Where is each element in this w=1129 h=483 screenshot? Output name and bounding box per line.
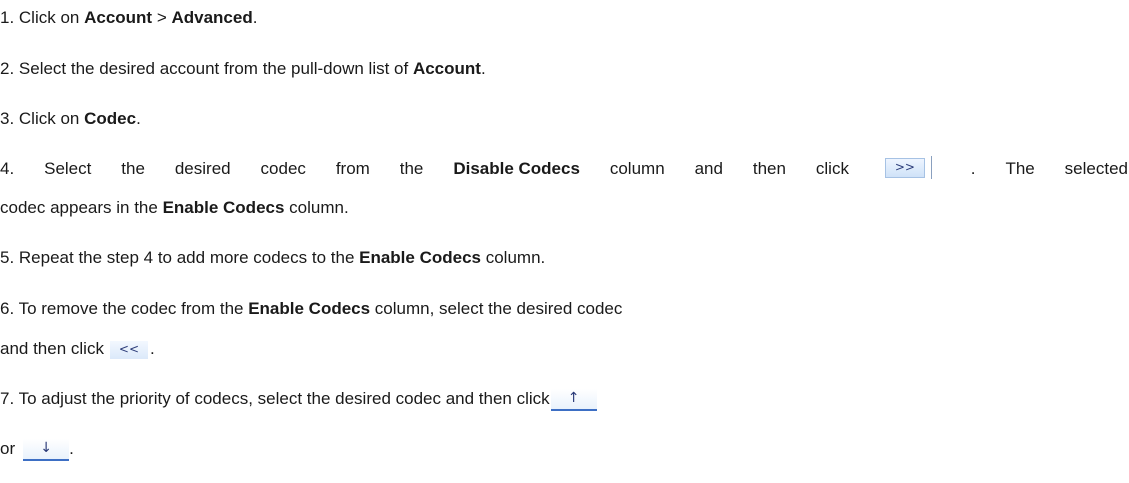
- step-6-suffix: column, select the desired codec: [370, 299, 623, 318]
- step-4-word: click: [815, 159, 849, 178]
- disable-codecs-label: Disable Codecs: [453, 159, 580, 178]
- step-5: 5. Repeat the step 4 to add more codecs …: [0, 246, 545, 270]
- step-6-line-1: 6. To remove the codec from the Enable C…: [0, 297, 622, 321]
- step-6-line-2-suffix: .: [149, 339, 155, 358]
- up-arrow-icon: ↑: [550, 388, 597, 409]
- step-4-line-2-suffix: column.: [284, 198, 349, 217]
- step-4-word: then: [752, 159, 786, 178]
- move-down-button: ↓: [23, 438, 70, 461]
- step-4-line-2: codec appears in the Enable Codecs colum…: [0, 196, 349, 220]
- step-1-separator: >: [152, 8, 172, 27]
- step-7-line-1: 7. To adjust the priority of codecs, sel…: [0, 387, 597, 411]
- step-4-word: .: [970, 159, 976, 178]
- step-4-word: selected: [1064, 159, 1128, 178]
- step-2-suffix: .: [480, 59, 486, 78]
- account-list-label: Account: [412, 59, 481, 78]
- enable-codecs-label: Enable Codecs: [248, 299, 371, 318]
- down-arrow-icon: ↓: [23, 438, 70, 459]
- button-underline: [550, 408, 597, 411]
- move-to-disabled-button: <<: [109, 340, 150, 360]
- step-4-word: desired: [174, 159, 231, 178]
- step-1: 1. Click on Account > Advanced.: [0, 6, 257, 30]
- step-4-word: 4.: [0, 159, 15, 178]
- step-4-word: column: [609, 159, 665, 178]
- enable-codecs-label: Enable Codecs: [359, 248, 481, 267]
- step-1-prefix: 1. Click on: [0, 8, 85, 27]
- step-5-suffix: column.: [481, 248, 546, 267]
- step-1-suffix: .: [252, 8, 258, 27]
- account-menu-label: Account: [84, 8, 153, 27]
- step-4-word: The: [1005, 159, 1035, 178]
- move-to-enabled-button: >>: [884, 156, 935, 179]
- step-4-word: the: [399, 159, 424, 178]
- step-7-line-2-suffix: .: [69, 439, 74, 458]
- step-7-line-2: or ↓.: [0, 437, 74, 461]
- codec-label: Codec: [84, 109, 137, 128]
- step-2-prefix: 2. Select the desired account from the p…: [0, 59, 413, 78]
- step-7-text: 7. To adjust the priority of codecs, sel…: [0, 389, 550, 408]
- step-6-line-2-prefix: and then click: [0, 339, 104, 358]
- step-4-word: and: [694, 159, 723, 178]
- move-to-enabled-button-face: >>: [884, 158, 925, 178]
- step-5-prefix: 5. Repeat the step 4 to add more codecs …: [0, 248, 360, 267]
- enable-codecs-label: Enable Codecs: [162, 198, 285, 217]
- step-4-word: codec: [260, 159, 306, 178]
- step-2: 2. Select the desired account from the p…: [0, 57, 486, 81]
- button-divider: [930, 156, 932, 179]
- step-6-prefix: 6. To remove the codec from the: [0, 299, 249, 318]
- step-4-line-1: 4. Select the desired codec from the Dis…: [0, 156, 1128, 181]
- step-3-prefix: 3. Click on: [0, 109, 85, 128]
- step-7-line-2-prefix: or: [0, 439, 16, 458]
- step-4-word: Select: [44, 159, 92, 178]
- button-underline: [23, 458, 70, 461]
- step-6-line-2: and then click <<.: [0, 337, 155, 361]
- step-3-suffix: .: [136, 109, 141, 128]
- move-to-disabled-button-face: <<: [109, 340, 148, 359]
- step-4-word: the: [121, 159, 145, 178]
- step-4-word: from: [335, 159, 370, 178]
- step-3: 3. Click on Codec.: [0, 107, 141, 131]
- step-4-line-2-prefix: codec appears in the: [0, 198, 163, 217]
- advanced-menu-label: Advanced: [171, 8, 253, 27]
- move-up-button: ↑: [550, 388, 597, 411]
